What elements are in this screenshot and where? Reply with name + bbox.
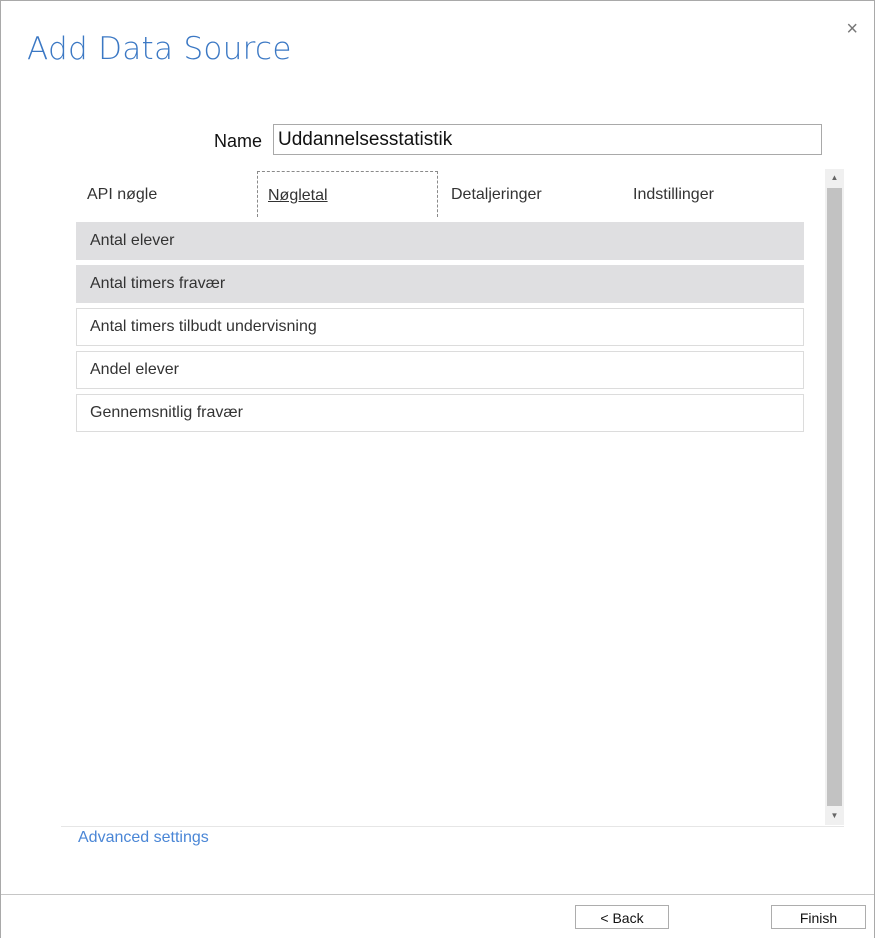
scroll-thumb[interactable] [827,188,842,806]
list-item[interactable]: Gennemsnitlig fravær [76,394,804,432]
list-item[interactable]: Antal elever [76,222,804,260]
tab-noegletal[interactable]: Nøgletal [257,171,438,217]
add-data-source-dialog: Add Data Source × Name API nøgle Nøgleta… [0,0,875,938]
tab-indstillinger[interactable]: Indstillinger [621,171,802,217]
scroll-down-icon[interactable]: ▼ [825,807,844,825]
list-item[interactable]: Antal timers fravær [76,265,804,303]
advanced-settings-link[interactable]: Advanced settings [78,829,209,847]
dialog-title: Add Data Source [27,31,292,67]
list-item[interactable]: Antal timers tilbudt undervisning [76,308,804,346]
metrics-list: Antal elever Antal timers fravær Antal t… [76,222,804,437]
tab-api-noegle[interactable]: API nøgle [75,171,256,217]
source-settings-panel: API nøgle Nøgletal Detaljeringer Indstil… [61,169,844,827]
list-item[interactable]: Andel elever [76,351,804,389]
vertical-scrollbar[interactable]: ▲ ▼ [825,169,844,825]
finish-button[interactable]: Finish [771,905,866,929]
name-input[interactable] [273,124,822,155]
dialog-footer: < Back Finish [1,894,874,938]
scroll-up-icon[interactable]: ▲ [825,169,844,187]
back-button[interactable]: < Back [575,905,669,929]
close-icon[interactable]: × [846,19,858,39]
tab-detaljeringer[interactable]: Detaljeringer [439,171,620,217]
name-label: Name [214,131,263,151]
tab-strip: API nøgle Nøgletal Detaljeringer Indstil… [75,171,807,219]
